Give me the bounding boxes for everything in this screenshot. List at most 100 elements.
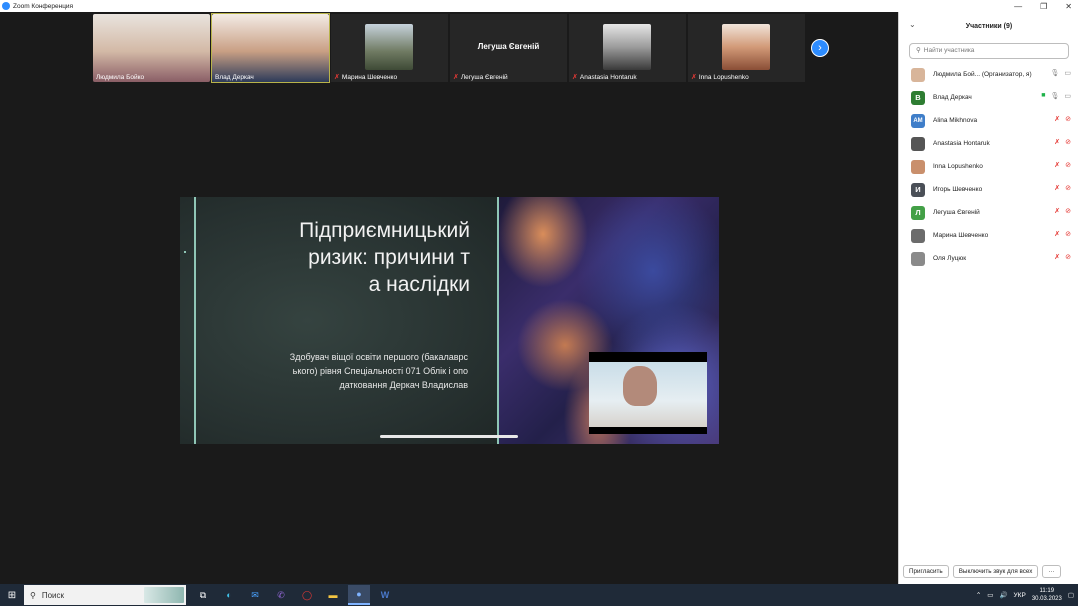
- start-button[interactable]: ⊞: [0, 584, 24, 606]
- video-tile-vlad[interactable]: Влад Деркач: [211, 13, 330, 83]
- volume-icon[interactable]: 🔊: [999, 591, 1007, 599]
- camera-off-icon[interactable]: ⊘: [1065, 184, 1071, 192]
- minimize-button[interactable]: —: [1014, 2, 1022, 11]
- word-button[interactable]: W: [374, 585, 396, 605]
- zoom-icon: ●: [356, 589, 362, 599]
- participant-row[interactable]: Людмила Бой... (Организатор, я) 🎙 ▭: [899, 63, 1078, 86]
- mic-off-icon[interactable]: ✗: [1054, 138, 1060, 146]
- participant-row[interactable]: В Влад Деркач ■ 🎙 ▭: [899, 86, 1078, 109]
- mic-off-icon[interactable]: ✗: [1054, 161, 1060, 169]
- camera-off-icon[interactable]: ⊘: [1065, 161, 1071, 169]
- participant-photo: [365, 24, 413, 70]
- task-view-icon: ⧉: [199, 589, 207, 600]
- mic-icon[interactable]: 🎙: [1050, 92, 1059, 100]
- video-tile-anastasia[interactable]: ✗ Anastasia Hontaruk: [569, 14, 686, 82]
- avatar: И: [911, 182, 925, 197]
- tile-name-text: Inna Lopushenko: [698, 73, 749, 81]
- mail-button[interactable]: ✉: [244, 585, 266, 605]
- camera-off-icon[interactable]: ⊘: [1065, 207, 1071, 215]
- tile-name: Людмила Бойко: [96, 74, 144, 81]
- mic-off-icon[interactable]: ✗: [1054, 115, 1060, 123]
- slide-title-line: а наслідки: [368, 273, 470, 296]
- tile-name: ✗ Легуша Євгеній: [453, 73, 508, 82]
- mic-off-icon[interactable]: ✗: [1054, 184, 1060, 192]
- participants-list: Людмила Бой... (Организатор, я) 🎙 ▭ В Вла…: [899, 63, 1078, 270]
- video-tile-inna[interactable]: ✗ Inna Lopushenko: [688, 14, 805, 82]
- slide-subtitle-line: Здобувач віщої освіти першого (бакалаврс: [289, 352, 468, 362]
- close-button[interactable]: ✕: [1065, 2, 1072, 11]
- participant-name: Игорь Шевченко: [933, 186, 983, 193]
- video-tile-lyudmyla[interactable]: Людмила Бойко: [93, 14, 210, 82]
- mic-off-icon[interactable]: ✗: [1054, 207, 1060, 215]
- participant-search-input[interactable]: ⚲ Найти участника: [909, 43, 1069, 59]
- camera-icon[interactable]: ▭: [1064, 92, 1071, 100]
- camera-icon[interactable]: ▭: [1064, 69, 1071, 77]
- avatar: Л: [911, 205, 925, 220]
- camera-off-icon[interactable]: ⊘: [1065, 253, 1071, 261]
- chevron-right-icon: ›: [818, 42, 822, 54]
- participant-row[interactable]: Inna Lopushenko ✗ ⊘: [899, 155, 1078, 178]
- mic-off-icon[interactable]: ✗: [1054, 253, 1060, 261]
- network-icon[interactable]: ▭: [987, 591, 993, 599]
- windows-taskbar: ⊞ ⚲ Поиск ⧉ ◐ ✉ ✆ ◯ ▬ ● W ⌃ ▭ 🔊 УКР 11:1…: [0, 584, 1078, 606]
- task-view-button[interactable]: ⧉: [192, 585, 214, 605]
- participant-row[interactable]: AM Alina Mikhnova ✗ ⊘: [899, 109, 1078, 132]
- participant-name: Марина Шевченко: [933, 232, 989, 239]
- participant-row[interactable]: Оля Луцюк ✗ ⊘: [899, 247, 1078, 270]
- viber-button[interactable]: ✆: [270, 585, 292, 605]
- chevron-up-icon[interactable]: ⌃: [976, 591, 981, 599]
- camera-off-icon[interactable]: ⊘: [1065, 230, 1071, 238]
- participant-row[interactable]: Anastasia Hontaruk ✗ ⊘: [899, 132, 1078, 155]
- opera-button[interactable]: ◯: [296, 585, 318, 605]
- camera-on-icon[interactable]: ■: [1041, 92, 1045, 100]
- system-tray: ⌃ ▭ 🔊 УКР 11:19 30.03.2023 ▢: [976, 584, 1074, 606]
- zoom-taskbar-button[interactable]: ●: [348, 585, 370, 605]
- self-video-person: [623, 366, 657, 406]
- participant-name: Людмила Бой... (Организатор, я): [933, 71, 1032, 78]
- taskbar-apps: ⧉ ◐ ✉ ✆ ◯ ▬ ● W: [192, 585, 396, 605]
- slide-subtitle: Здобувач віщої освіти першого (бакалаврс…: [240, 350, 468, 392]
- taskbar-search[interactable]: ⚲ Поиск: [24, 585, 186, 605]
- notifications-icon[interactable]: ▢: [1068, 591, 1074, 599]
- participant-row[interactable]: И Игорь Шевченко ✗ ⊘: [899, 178, 1078, 201]
- video-tile-legusha[interactable]: Легуша Євгеній ✗ Легуша Євгеній: [450, 14, 567, 82]
- edge-icon: ◐: [226, 590, 232, 600]
- self-video-overlay[interactable]: [589, 352, 707, 434]
- participant-photo: [603, 24, 651, 70]
- slide-progress-bar: [380, 435, 518, 438]
- avatar: В: [911, 90, 925, 105]
- viber-icon: ✆: [277, 589, 285, 600]
- participant-status-icons: ✗ ⊘: [1054, 161, 1071, 169]
- mic-icon[interactable]: 🎙: [1050, 69, 1059, 77]
- video-tile-maryna[interactable]: ✗ Марина Шевченко: [331, 14, 448, 82]
- mute-all-button[interactable]: Выключить звук для всех: [952, 565, 1039, 578]
- slide-title-line: Підприємницький: [299, 219, 470, 242]
- participant-name: Alina Mikhnova: [933, 117, 978, 124]
- restore-button[interactable]: ❐: [1040, 2, 1047, 11]
- more-button[interactable]: ···: [1042, 565, 1061, 578]
- invite-button[interactable]: Пригласить: [903, 565, 949, 578]
- search-icon: ⚲: [916, 47, 921, 54]
- self-video-topbar[interactable]: [589, 352, 707, 362]
- tile-name: ✗ Inna Lopushenko: [691, 73, 749, 82]
- folder-icon: ▬: [328, 590, 338, 600]
- slide-title-line: ризик: причини т: [308, 246, 470, 269]
- participant-row[interactable]: Марина Шевченко ✗ ⊘: [899, 224, 1078, 247]
- avatar: [911, 251, 925, 266]
- camera-off-icon[interactable]: ⊘: [1065, 138, 1071, 146]
- mic-off-icon: ✗: [572, 74, 578, 81]
- participant-row[interactable]: Л Легуша Євгеній ✗ ⊘: [899, 201, 1078, 224]
- next-page-button[interactable]: ›: [811, 39, 829, 57]
- tile-name-text: Людмила Бойко: [96, 74, 145, 81]
- search-highlight-image: [144, 587, 184, 603]
- mic-off-icon[interactable]: ✗: [1054, 230, 1060, 238]
- edge-button[interactable]: ◐: [218, 585, 240, 605]
- file-explorer-button[interactable]: ▬: [322, 585, 344, 605]
- tile-center-name: Легуша Євгеній: [477, 42, 540, 51]
- language-indicator[interactable]: УКР: [1014, 592, 1026, 599]
- camera-off-icon[interactable]: ⊘: [1065, 115, 1071, 123]
- participants-footer: Пригласить Выключить звук для всех ···: [903, 565, 1061, 578]
- slide-accent-dot: [184, 251, 186, 253]
- clock[interactable]: 11:19 30.03.2023: [1032, 587, 1062, 603]
- window-controls: — ❐ ✕: [1014, 0, 1072, 12]
